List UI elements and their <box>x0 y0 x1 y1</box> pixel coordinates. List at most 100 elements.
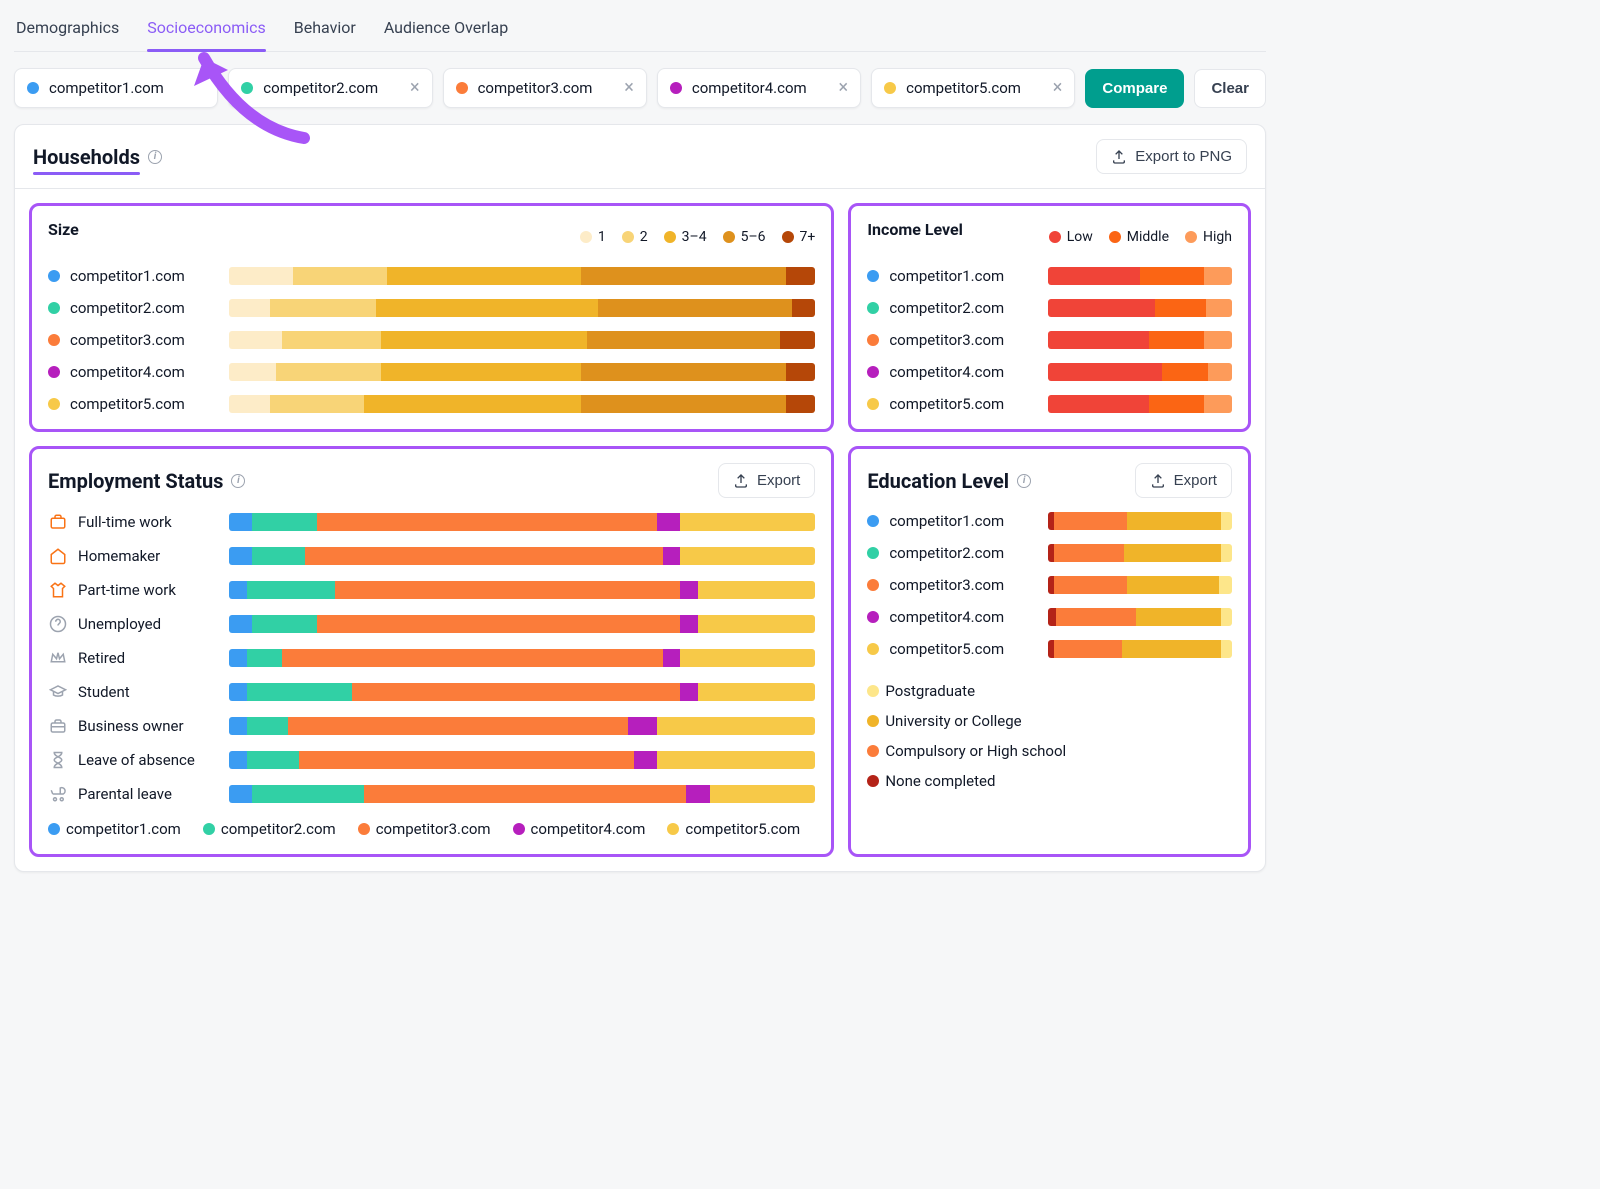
competitor-dot <box>48 302 60 314</box>
bar-segment <box>686 785 709 803</box>
competitor-dot <box>867 579 879 591</box>
employment-export-button[interactable]: Export <box>718 463 815 498</box>
bar-segment <box>270 299 376 317</box>
bar-segment <box>247 649 282 667</box>
chart-row-label: competitor5.com <box>48 395 213 413</box>
competitor-dot <box>48 398 60 410</box>
swatch <box>622 231 634 243</box>
stacked-bar <box>229 751 815 769</box>
tab-socioeconomics[interactable]: Socioeconomics <box>147 10 266 51</box>
suitcase-icon <box>48 716 68 736</box>
compare-button[interactable]: Compare <box>1085 69 1184 108</box>
stacked-bar <box>1048 544 1232 562</box>
stacked-bar <box>229 395 815 413</box>
bar-segment <box>663 649 681 667</box>
bar-segment <box>1122 640 1221 658</box>
bar-segment <box>1155 299 1206 317</box>
bar-segment <box>598 299 791 317</box>
chart-row-label: competitor5.com <box>867 640 1032 658</box>
households-title: Households i <box>33 145 162 169</box>
chart-row: Full-time work <box>48 512 815 532</box>
competitor-pill[interactable]: competitor4.com × <box>657 68 861 108</box>
bar-segment <box>1127 512 1221 530</box>
swatch <box>867 685 879 697</box>
bar-segment <box>229 683 247 701</box>
bar-segment <box>229 751 247 769</box>
bar-segment <box>381 363 580 381</box>
chart-row: competitor5.com <box>867 640 1232 658</box>
bar-segment <box>229 299 270 317</box>
stacked-bar <box>229 363 815 381</box>
chart-row: competitor1.com <box>867 267 1232 285</box>
competitor-name: competitor3.com <box>478 79 593 97</box>
briefcase-icon <box>48 512 68 532</box>
swatch <box>867 715 879 727</box>
bar-segment <box>247 717 288 735</box>
bar-segment <box>628 717 657 735</box>
competitor-pill[interactable]: competitor3.com × <box>443 68 647 108</box>
clear-button[interactable]: Clear <box>1194 69 1266 108</box>
chart-row-label: Leave of absence <box>48 750 213 770</box>
competitor-dot <box>867 611 879 623</box>
bar-segment <box>1149 331 1204 349</box>
export-to-png-button[interactable]: Export to PNG <box>1096 139 1247 174</box>
education-export-button[interactable]: Export <box>1135 463 1232 498</box>
size-legend: 123–45–67+ <box>580 229 815 245</box>
chart-row-label: competitor2.com <box>48 299 213 317</box>
page-root: Demographics Socioeconomics Behavior Aud… <box>14 0 1266 872</box>
chart-row-label: competitor3.com <box>867 331 1032 349</box>
bar-segment <box>657 717 815 735</box>
competitor-pill[interactable]: competitor1.com <box>14 68 218 108</box>
competitor-pills: competitor1.com competitor2.com × compet… <box>14 52 1266 124</box>
bar-segment <box>282 331 382 349</box>
chart-row: Unemployed <box>48 614 815 634</box>
bar-segment <box>780 331 815 349</box>
bar-segment <box>1206 299 1232 317</box>
chart-row-label: Business owner <box>48 716 213 736</box>
swatch <box>513 823 525 835</box>
legend-item: High <box>1185 229 1232 245</box>
bar-segment <box>1219 576 1232 594</box>
competitor-pill[interactable]: competitor5.com × <box>871 68 1075 108</box>
close-icon[interactable]: × <box>410 79 420 97</box>
info-icon[interactable]: i <box>231 474 245 488</box>
tab-demographics[interactable]: Demographics <box>16 10 119 51</box>
chart-row: Parental leave <box>48 784 815 804</box>
bar-segment <box>657 751 815 769</box>
chart-row-label: competitor3.com <box>867 576 1032 594</box>
info-icon[interactable]: i <box>1017 474 1031 488</box>
close-icon[interactable]: × <box>624 79 634 97</box>
bar-segment <box>1048 363 1162 381</box>
tab-audience-overlap[interactable]: Audience Overlap <box>384 10 508 51</box>
employment-title-text: Employment Status <box>48 469 223 493</box>
stacked-bar <box>1048 512 1232 530</box>
bar-segment <box>1054 576 1127 594</box>
chart-row: Retired <box>48 648 815 668</box>
legend-item: competitor5.com <box>667 820 800 838</box>
bar-segment <box>698 615 815 633</box>
stacked-bar <box>1048 395 1232 413</box>
info-icon[interactable]: i <box>148 150 162 164</box>
bar-segment <box>317 615 681 633</box>
chart-row-label: Part-time work <box>48 580 213 600</box>
chart-row: Homemaker <box>48 546 815 566</box>
competitor-dot <box>867 302 879 314</box>
bar-segment <box>786 267 815 285</box>
competitor-dot <box>867 270 879 282</box>
close-icon[interactable]: × <box>839 79 849 97</box>
bar-segment <box>229 513 252 531</box>
bar-segment <box>581 363 786 381</box>
competitor-pill[interactable]: competitor2.com × <box>228 68 432 108</box>
bar-segment <box>252 785 363 803</box>
bar-segment <box>247 683 353 701</box>
competitor-dot <box>867 366 879 378</box>
export-png-label: Export to PNG <box>1135 148 1232 165</box>
education-title: Education Level i <box>867 469 1031 493</box>
bar-segment <box>698 683 815 701</box>
competitor-dot <box>867 334 879 346</box>
chart-row-label: competitor2.com <box>867 544 1032 562</box>
swatch <box>48 823 60 835</box>
close-icon[interactable]: × <box>1053 79 1063 97</box>
tab-behavior[interactable]: Behavior <box>294 10 356 51</box>
competitor-dot <box>867 515 879 527</box>
